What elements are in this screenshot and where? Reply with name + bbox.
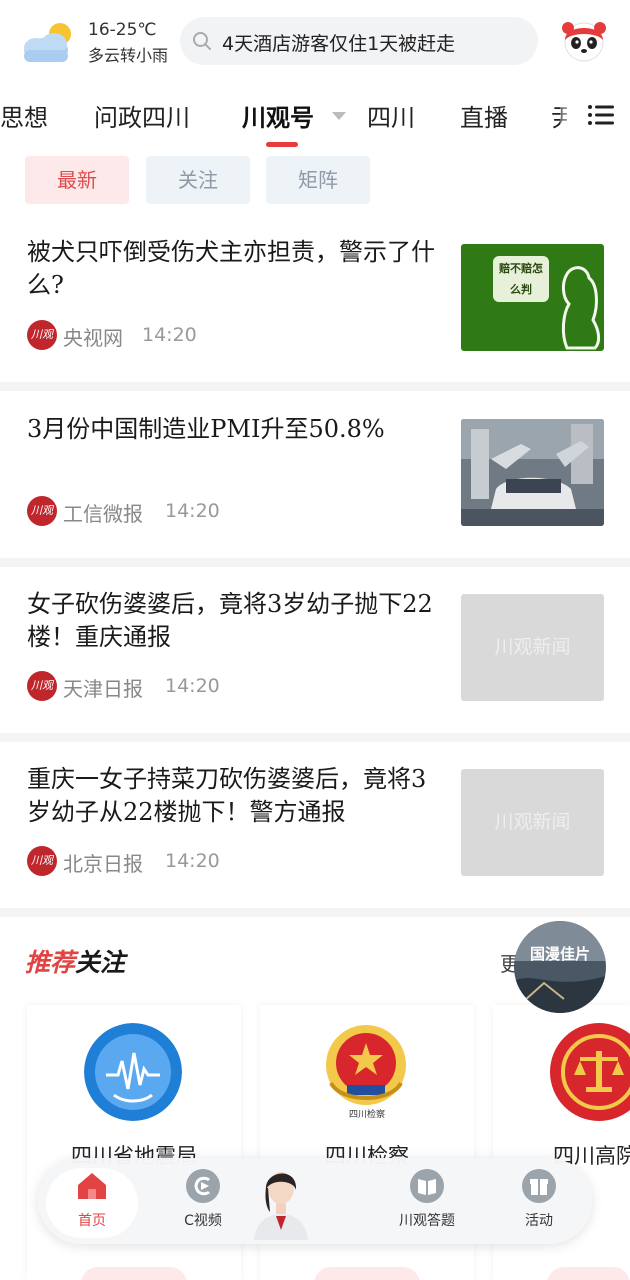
news-title: 3月份中国制造业PMI升至50.8% [27, 415, 385, 443]
news-thumbnail-placeholder: 川观新闻 [461, 769, 604, 876]
news-item[interactable]: 女子砍伤婆婆后，竟将3岁幼子抛下22楼！重庆通报 川观 天津日报 14:20 川… [0, 567, 630, 733]
user-avatar[interactable] [560, 16, 608, 64]
news-item[interactable]: 重庆一女子持菜刀砍伤婆婆后，竟将3岁幼子从22楼抛下！警方通报 川观 北京日报 … [0, 742, 630, 908]
floating-promo-badge[interactable]: 国漫佳片 [514, 921, 606, 1013]
tab-sixiang[interactable]: 思想 [0, 98, 48, 133]
promo-badge-text: 国漫佳片 [529, 945, 590, 963]
search-bar[interactable]: 4天酒店游客仅住1天被赶走 [180, 17, 538, 65]
placeholder-watermark: 川观新闻 [494, 811, 571, 833]
news-item[interactable]: 3月份中国制造业PMI升至50.8% 川观 工信微报 14:20 [0, 391, 630, 558]
tab-live[interactable]: 直播 [460, 98, 508, 133]
top-bar: 16-25℃ 多云转小雨 4天酒店游客仅住1天被赶走 [0, 0, 630, 86]
news-item[interactable]: 被犬只吓倒受伤犬主亦担责，警示了什么? 川观 央视网 14:20 赔不赔怎么判 [0, 220, 630, 382]
news-title: 被犬只吓倒受伤犬主亦担责，警示了什么? [27, 238, 435, 299]
filter-matrix[interactable]: 矩阵 [266, 156, 370, 204]
chevron-down-icon[interactable] [332, 112, 346, 120]
weather-widget[interactable]: 16-25℃ 多云转小雨 [20, 18, 180, 68]
court-emblem-icon [550, 1023, 630, 1121]
list-divider [0, 558, 630, 567]
nav-quiz[interactable]: 川观答题 [384, 1168, 470, 1238]
home-icon [78, 1173, 106, 1199]
nav-quiz-label: 川观答题 [399, 1213, 455, 1229]
recommend-title-accent: 推荐 [25, 948, 76, 977]
follow-button[interactable] [547, 1267, 630, 1280]
news-thumbnail: 赔不赔怎么判 [461, 244, 604, 351]
thumbnail-caption: 赔不赔怎么判 [499, 262, 543, 296]
news-title: 女子砍伤婆婆后，竟将3岁幼子抛下22楼！重庆通报 [27, 590, 433, 651]
news-title: 重庆一女子持菜刀砍伤婆婆后，竟将3岁幼子从22楼抛下！警方通报 [27, 765, 427, 826]
tab-chuanguanhao[interactable]: 川观号 [242, 98, 314, 133]
follow-button[interactable] [81, 1267, 187, 1280]
gift-icon [522, 1169, 556, 1203]
earthquake-bureau-logo [84, 1023, 182, 1121]
recommend-title: 推荐关注 [25, 943, 125, 979]
search-hot-word: 4天酒店游客仅住1天被赶走 [222, 33, 456, 55]
factory-photo [461, 419, 604, 526]
active-tab-indicator [266, 142, 298, 147]
nav-activity[interactable]: 活动 [496, 1168, 582, 1238]
c-video-icon [186, 1169, 220, 1203]
follow-button[interactable] [314, 1267, 420, 1280]
nav-activity-label: 活动 [525, 1213, 553, 1229]
list-divider [0, 382, 630, 391]
dog-illustration [561, 266, 601, 350]
news-source: 北京日报 [63, 852, 143, 876]
source-logo: 川观 [27, 671, 57, 701]
nav-home-label: 首页 [78, 1213, 106, 1229]
news-thumbnail-placeholder: 川观新闻 [461, 594, 604, 701]
menu-icon[interactable] [588, 104, 614, 126]
search-icon [193, 32, 211, 50]
recommend-title-main: 关注 [75, 948, 126, 977]
sub-filter-bar: 最新 关注 矩阵 [0, 150, 630, 210]
tab-sichuan[interactable]: 四川 [367, 98, 415, 133]
filter-following[interactable]: 关注 [146, 156, 250, 204]
source-logo: 川观 [27, 496, 57, 526]
news-source: 天津日报 [63, 677, 143, 701]
channel-tabs: 思想 问政四川 川观号 四川 直播 尹 [0, 90, 630, 150]
nav-home[interactable]: 首页 [46, 1168, 138, 1238]
weather-temperature: 16-25℃ [88, 20, 157, 40]
source-logo: 川观 [27, 320, 57, 350]
emblem-caption: 四川检察 [348, 1110, 385, 1120]
nav-c-video-label: C视频 [184, 1213, 222, 1229]
news-time: 14:20 [142, 324, 197, 346]
filter-latest[interactable]: 最新 [25, 156, 129, 204]
list-divider [0, 733, 630, 742]
list-divider [0, 908, 630, 917]
news-source: 央视网 [63, 326, 123, 350]
tab-wenzheng-sichuan[interactable]: 问政四川 [94, 98, 190, 133]
book-icon [410, 1169, 444, 1203]
source-logo: 川观 [27, 846, 57, 876]
promo-badge-image [514, 921, 606, 1013]
ai-assistant-avatar[interactable] [246, 1158, 316, 1240]
placeholder-watermark: 川观新闻 [494, 636, 571, 658]
news-time: 14:20 [165, 500, 220, 522]
weather-description: 多云转小雨 [88, 46, 169, 65]
partly-cloudy-icon [24, 23, 71, 62]
news-source: 工信微报 [63, 502, 143, 526]
news-time: 14:20 [165, 675, 220, 697]
news-thumbnail [461, 419, 604, 526]
nav-c-video[interactable]: C视频 [160, 1168, 246, 1238]
news-time: 14:20 [165, 850, 220, 872]
